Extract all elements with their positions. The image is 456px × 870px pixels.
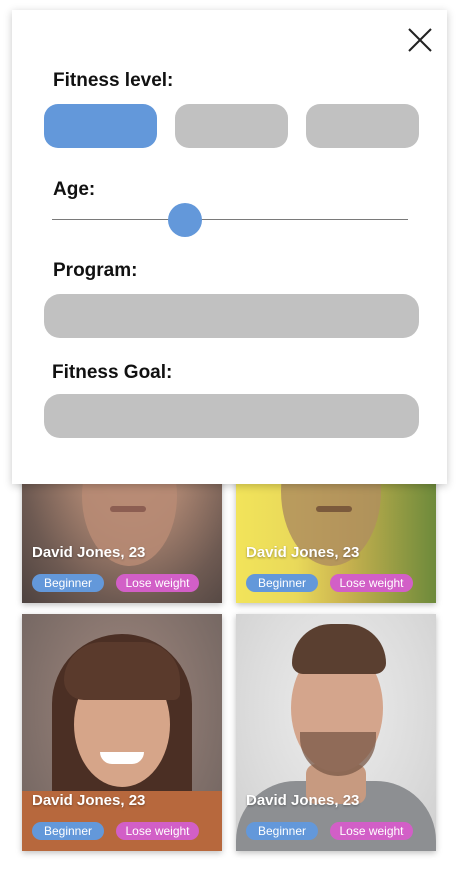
profile-photo (236, 614, 436, 851)
profile-name: David Jones, 23 (246, 792, 360, 809)
profile-card[interactable]: David Jones, 23 Beginner Lose weight (236, 614, 436, 851)
goal-badge: Lose weight (116, 822, 199, 840)
goal-badge: Lose weight (330, 574, 413, 592)
goal-badge: Lose weight (330, 822, 413, 840)
profile-name: David Jones, 23 (32, 792, 146, 809)
profile-photo (22, 614, 222, 851)
profile-name: David Jones, 23 (32, 544, 146, 561)
fitness-goal-select[interactable] (44, 394, 419, 438)
fitness-level-option-3[interactable] (306, 104, 419, 148)
profile-card[interactable]: David Jones, 23 Beginner Lose weight (22, 614, 222, 851)
fitness-level-option-1[interactable] (44, 104, 157, 148)
level-badge: Beginner (246, 574, 318, 592)
profile-name: David Jones, 23 (246, 544, 360, 561)
fitness-goal-label: Fitness Goal: (52, 362, 173, 383)
program-label: Program: (53, 260, 138, 281)
program-select[interactable] (44, 294, 419, 338)
fitness-level-label: Fitness level: (53, 70, 174, 91)
goal-badge: Lose weight (116, 574, 199, 592)
fitness-level-option-2[interactable] (175, 104, 288, 148)
age-slider-thumb[interactable] (168, 203, 202, 237)
level-badge: Beginner (32, 574, 104, 592)
age-label: Age: (53, 179, 96, 200)
close-icon[interactable] (406, 26, 434, 54)
level-badge: Beginner (246, 822, 318, 840)
level-badge: Beginner (32, 822, 104, 840)
filter-panel: Fitness level: Age: Program: Fitness Goa… (12, 10, 447, 484)
age-slider-track[interactable] (52, 219, 408, 220)
